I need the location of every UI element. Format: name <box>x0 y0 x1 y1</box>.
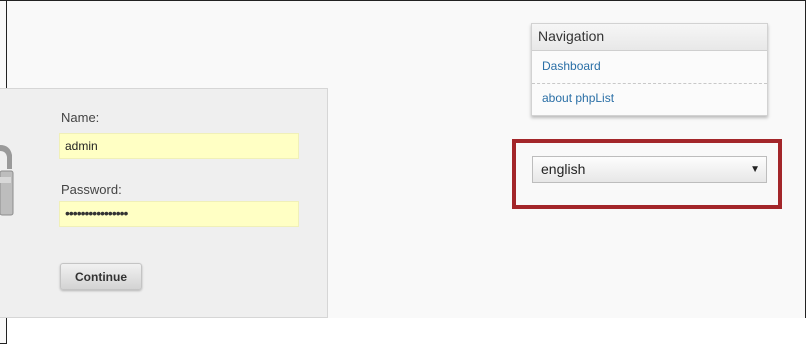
nav-link-about-phplist[interactable]: about phpList <box>542 91 614 105</box>
login-panel: Name: admin Password: •••••••••••••••• C… <box>0 88 328 318</box>
password-label: Password: <box>61 182 122 197</box>
lock-icon <box>0 143 14 223</box>
chevron-down-icon: ▼ <box>750 164 760 175</box>
password-value: •••••••••••••••• <box>65 205 128 221</box>
name-label: Name: <box>61 110 100 125</box>
language-select[interactable]: english ▼ <box>532 156 767 183</box>
nav-link-dashboard[interactable]: Dashboard <box>542 59 601 73</box>
language-selected-value: english <box>541 161 586 177</box>
nav-divider <box>532 83 767 84</box>
password-field[interactable]: •••••••••••••••• <box>59 201 299 227</box>
name-value: admin <box>65 139 98 153</box>
navigation-title: Navigation <box>532 24 767 51</box>
footer-area <box>7 318 807 344</box>
continue-button[interactable]: Continue <box>60 263 142 290</box>
name-field[interactable]: admin <box>59 133 299 159</box>
navigation-box: Navigation Dashboard about phpList <box>531 23 768 116</box>
